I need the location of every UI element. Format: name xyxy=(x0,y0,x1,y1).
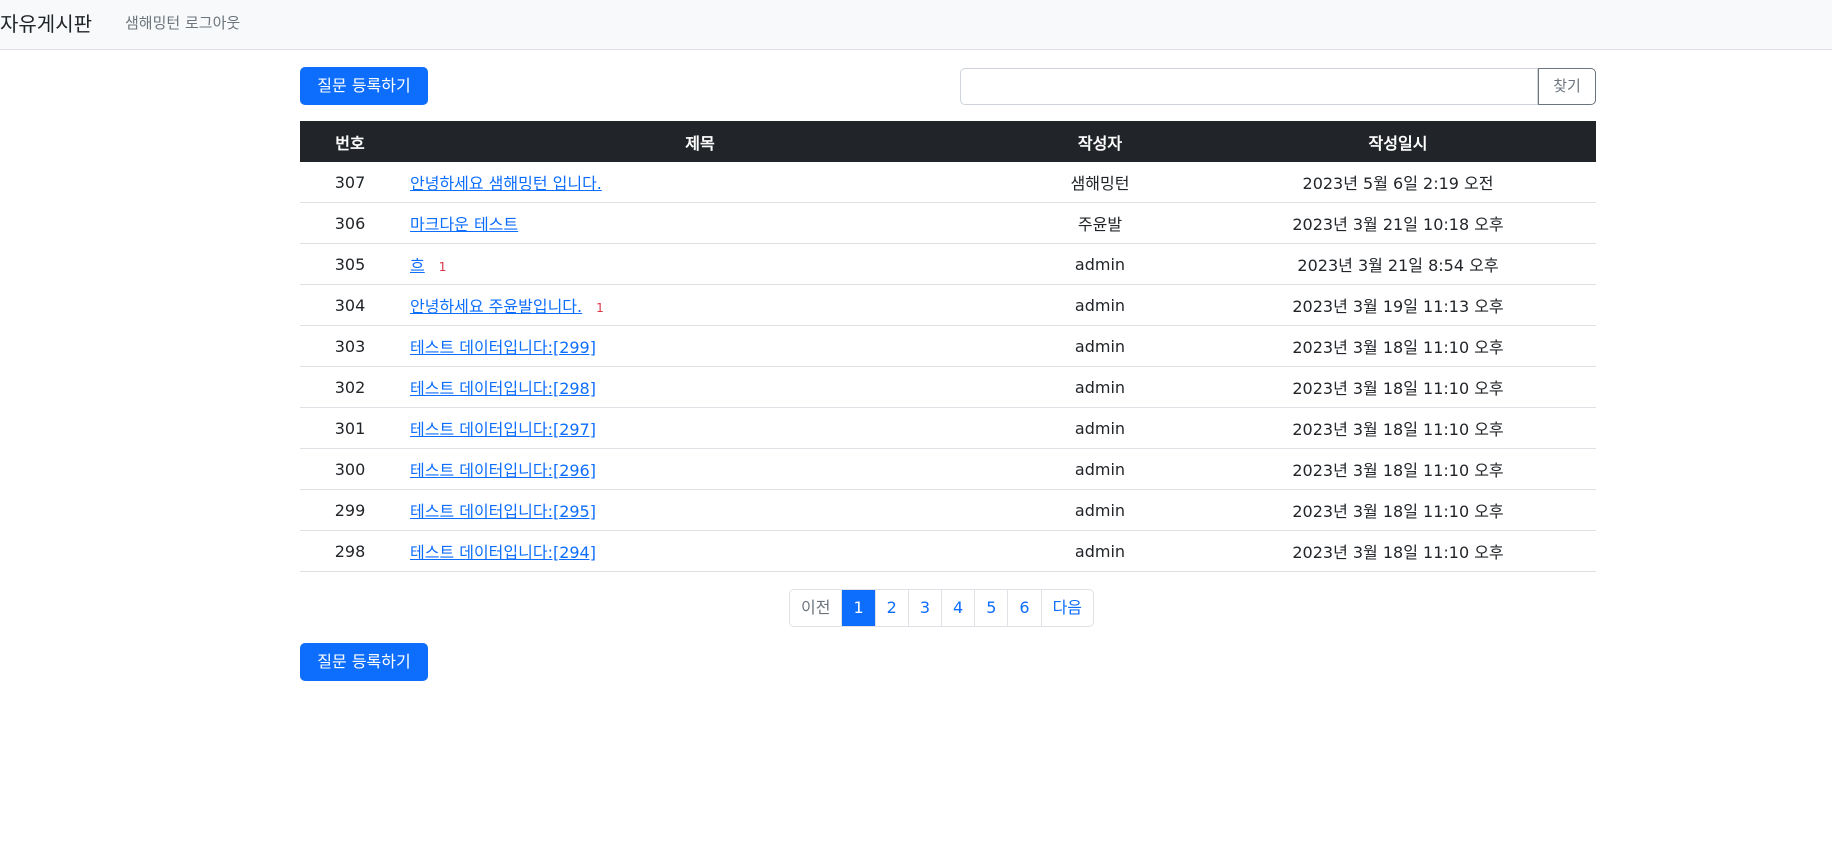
table-row: 305 흐 1 admin 2023년 3월 21일 8:54 오후 xyxy=(300,243,1596,285)
table-row: 298 테스트 데이터입니다:[294] admin 2023년 3월 18일 11:… xyxy=(300,530,1596,572)
post-author: 주윤발 xyxy=(1000,202,1200,244)
page-5-button[interactable]: 5 xyxy=(974,590,1007,626)
post-number: 301 xyxy=(300,407,400,449)
post-title-link[interactable]: 테스트 데이터입니다:[296] xyxy=(410,461,596,480)
post-date: 2023년 3월 18일 11:10 오후 xyxy=(1200,530,1596,572)
table-row: 306 마크다운 테스트 주윤발 2023년 3월 21일 10:18 오후 xyxy=(300,202,1596,244)
header-author: 작성자 xyxy=(1000,121,1200,162)
logout-link[interactable]: 샘해밍턴 로그아웃 xyxy=(125,12,240,33)
comment-count-badge: 1 xyxy=(596,301,604,315)
header-title: 제목 xyxy=(400,121,1000,162)
post-date: 2023년 3월 18일 11:10 오후 xyxy=(1200,325,1596,367)
post-date: 2023년 3월 18일 11:10 오후 xyxy=(1200,489,1596,531)
post-date: 2023년 3월 18일 11:10 오후 xyxy=(1200,407,1596,449)
post-title-cell: 테스트 데이터입니다:[294] xyxy=(400,530,1000,572)
post-title-link[interactable]: 테스트 데이터입니다:[299] xyxy=(410,338,596,357)
post-date: 2023년 3월 18일 11:10 오후 xyxy=(1200,366,1596,408)
next-page-button[interactable]: 다음 xyxy=(1040,590,1093,626)
post-title-link[interactable]: 테스트 데이터입니다:[295] xyxy=(410,502,596,521)
post-author: 샘해밍턴 xyxy=(1000,162,1200,203)
create-question-button-bottom[interactable]: 질문 등록하기 xyxy=(300,643,428,681)
post-title-cell: 안녕하세요 주윤발입니다. 1 xyxy=(400,284,1000,326)
post-title-link[interactable]: 안녕하세요 주윤발입니다. xyxy=(410,297,582,316)
post-title-cell: 테스트 데이터입니다:[299] xyxy=(400,325,1000,367)
post-date: 2023년 3월 21일 10:18 오후 xyxy=(1200,202,1596,244)
prev-page-button[interactable]: 이전 xyxy=(790,590,841,626)
post-author: admin xyxy=(1000,366,1200,408)
post-number: 304 xyxy=(300,284,400,326)
table-header-row: 번호 제목 작성자 작성일시 xyxy=(300,121,1596,162)
post-number: 299 xyxy=(300,489,400,531)
post-number: 307 xyxy=(300,162,400,203)
page-6-button[interactable]: 6 xyxy=(1007,590,1040,626)
post-number: 300 xyxy=(300,448,400,490)
post-date: 2023년 3월 21일 8:54 오후 xyxy=(1200,243,1596,285)
post-number: 298 xyxy=(300,530,400,572)
post-title-cell: 테스트 데이터입니다:[298] xyxy=(400,366,1000,408)
table-row: 299 테스트 데이터입니다:[295] admin 2023년 3월 18일 11:… xyxy=(300,489,1596,531)
post-title-link[interactable]: 테스트 데이터입니다:[298] xyxy=(410,379,596,398)
pagination: 이전 123456 다음 xyxy=(789,589,1095,627)
table-row: 302 테스트 데이터입니다:[298] admin 2023년 3월 18일 11:… xyxy=(300,366,1596,408)
table-row: 304 안녕하세요 주윤발입니다. 1 admin 2023년 3월 19일 11:13… xyxy=(300,284,1596,326)
post-number: 305 xyxy=(300,243,400,285)
post-title-link[interactable]: 마크다운 테스트 xyxy=(410,215,518,234)
post-author: admin xyxy=(1000,325,1200,367)
table-row: 301 테스트 데이터입니다:[297] admin 2023년 3월 18일 11:… xyxy=(300,407,1596,449)
header-number: 번호 xyxy=(300,121,400,162)
navbar-brand[interactable]: 자유게시판 xyxy=(0,8,92,37)
post-author: admin xyxy=(1000,448,1200,490)
post-table: 번호 제목 작성자 작성일시 307 안녕하세요 샘해밍턴 입니다. 샘해밍턴 202… xyxy=(300,121,1596,572)
post-author: admin xyxy=(1000,530,1200,572)
comment-count-badge: 1 xyxy=(438,260,447,274)
post-date: 2023년 3월 19일 11:13 오후 xyxy=(1200,284,1596,326)
navbar: 자유게시판 샘해밍턴 로그아웃 xyxy=(0,0,1832,50)
page-1-button[interactable]: 1 xyxy=(841,590,875,626)
page-2-button[interactable]: 2 xyxy=(874,590,908,626)
post-date: 2023년 3월 18일 11:10 오후 xyxy=(1200,448,1596,490)
post-number: 303 xyxy=(300,325,400,367)
post-title-cell: 안녕하세요 샘해밍턴 입니다. xyxy=(400,162,1000,203)
search-button[interactable]: 찾기 xyxy=(1538,68,1596,105)
post-title-link[interactable]: 테스트 데이터입니다:[297] xyxy=(410,420,596,439)
post-author: admin xyxy=(1000,284,1200,326)
post-author: admin xyxy=(1000,407,1200,449)
post-title-cell: 테스트 데이터입니다:[297] xyxy=(400,407,1000,449)
header-date: 작성일시 xyxy=(1200,121,1596,162)
post-title-link[interactable]: 흐 xyxy=(410,256,425,275)
post-date: 2023년 5월 6일 2:19 오전 xyxy=(1200,162,1596,203)
create-question-button[interactable]: 질문 등록하기 xyxy=(300,67,428,105)
post-title-link[interactable]: 안녕하세요 샘해밍턴 입니다. xyxy=(410,174,602,193)
post-title-cell: 테스트 데이터입니다:[295] xyxy=(400,489,1000,531)
search-input[interactable] xyxy=(960,68,1538,105)
post-number: 306 xyxy=(300,202,400,244)
table-row: 307 안녕하세요 샘해밍턴 입니다. 샘해밍턴 2023년 5월 6일 2:19 오… xyxy=(300,162,1596,203)
post-number: 302 xyxy=(300,366,400,408)
post-author: admin xyxy=(1000,243,1200,285)
post-title-link[interactable]: 테스트 데이터입니다:[294] xyxy=(410,543,596,562)
page-4-button[interactable]: 4 xyxy=(941,590,974,626)
post-title-cell: 테스트 데이터입니다:[296] xyxy=(400,448,1000,490)
table-row: 300 테스트 데이터입니다:[296] admin 2023년 3월 18일 11:… xyxy=(300,448,1596,490)
page-3-button[interactable]: 3 xyxy=(907,590,941,626)
post-title-cell: 흐1 xyxy=(400,243,1000,285)
table-row: 303 테스트 데이터입니다:[299] admin 2023년 3월 18일 11:… xyxy=(300,325,1596,367)
post-title-cell: 마크다운 테스트 xyxy=(400,202,1000,244)
post-author: admin xyxy=(1000,489,1200,531)
